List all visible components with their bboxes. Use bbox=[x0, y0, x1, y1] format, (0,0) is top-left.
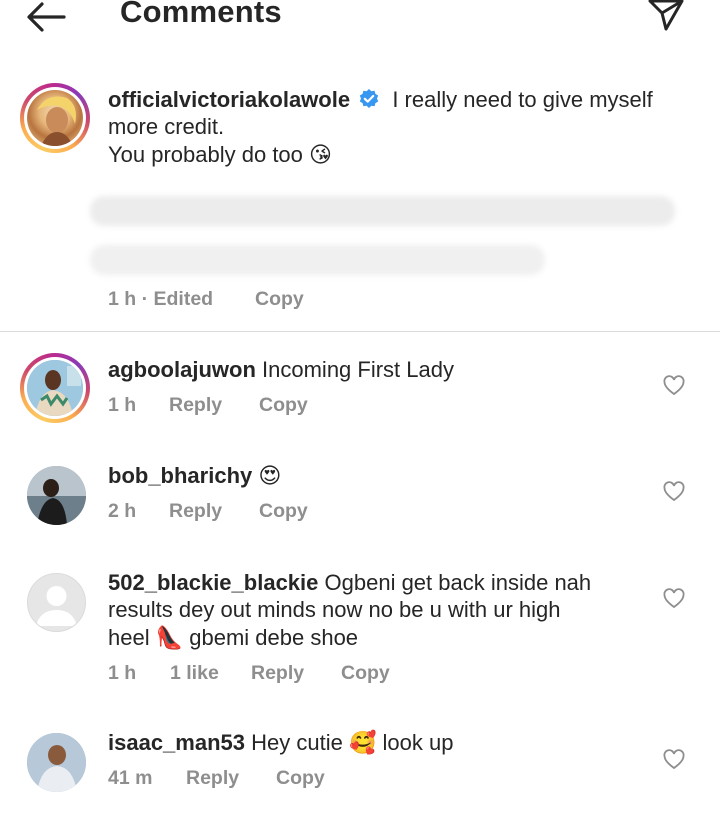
heart-icon[interactable] bbox=[663, 481, 685, 503]
comment-time: 1 h bbox=[108, 662, 137, 684]
comment-username[interactable]: isaac_man53 bbox=[108, 730, 245, 755]
comment-time: 41 m bbox=[108, 767, 153, 789]
reply-button[interactable]: Reply bbox=[186, 767, 239, 790]
copy-button[interactable]: Copy bbox=[341, 662, 390, 685]
comment-username[interactable]: agboolajuwon bbox=[108, 357, 256, 382]
comment-time: 1 h bbox=[108, 394, 137, 416]
smiling-hearts-emoji: 🥰 bbox=[348, 731, 377, 756]
comment-username[interactable]: bob_bharichy bbox=[108, 463, 252, 488]
post-time: 1 h · Edited bbox=[108, 288, 214, 310]
post-caption: officialvictoriakolawole I really need t… bbox=[108, 86, 698, 117]
verified-badge-icon bbox=[358, 88, 380, 117]
comment-meta: 2 h Reply Copy bbox=[108, 500, 408, 523]
reply-button[interactable]: Reply bbox=[169, 500, 222, 523]
caption-line-3: You probably do too 😘 bbox=[108, 141, 332, 170]
comment-meta: 1 h 1 like Reply Copy bbox=[108, 662, 428, 685]
redacted-text bbox=[90, 196, 675, 226]
story-ring[interactable] bbox=[20, 83, 90, 153]
heart-icon[interactable] bbox=[663, 375, 685, 397]
page-title: Comments bbox=[120, 0, 282, 29]
avatar[interactable] bbox=[27, 733, 86, 792]
story-ring[interactable] bbox=[20, 353, 90, 423]
comment-body-a: Hey cutie bbox=[251, 730, 343, 755]
comment-text: agboolajuwon Incoming First Lady bbox=[108, 356, 454, 384]
comment-text: isaac_man53 Hey cutie 🥰 look up bbox=[108, 729, 453, 758]
comment-body: Incoming First Lady bbox=[262, 357, 454, 382]
avatar bbox=[27, 90, 83, 146]
like-count[interactable]: 1 like bbox=[170, 662, 219, 685]
comment-meta: 1 h Reply Copy bbox=[108, 394, 408, 417]
avatar-placeholder[interactable] bbox=[27, 573, 86, 632]
kiss-emoji: 😘 bbox=[309, 143, 332, 168]
avatar[interactable] bbox=[27, 466, 86, 525]
comment-body-line-2: results dey out minds now no be u with u… bbox=[108, 597, 561, 622]
comment-body-line-3b: gbemi debe shoe bbox=[189, 625, 359, 650]
comment-username[interactable]: 502_blackie_blackie bbox=[108, 570, 318, 595]
comment-meta: 41 m Reply Copy bbox=[108, 767, 428, 790]
post-username[interactable]: officialvictoriakolawole bbox=[108, 87, 350, 112]
caption-line-2: more credit. bbox=[108, 114, 225, 139]
heart-icon[interactable] bbox=[663, 588, 685, 610]
reply-button[interactable]: Reply bbox=[251, 662, 304, 685]
high-heel-emoji: 👠 bbox=[155, 626, 184, 651]
reply-button[interactable]: Reply bbox=[169, 394, 222, 417]
comment-body-line-3a: heel bbox=[108, 625, 150, 650]
comment-body-b: look up bbox=[382, 730, 454, 755]
heart-icon[interactable] bbox=[663, 749, 685, 771]
comment-text: 502_blackie_blackie Ogbeni get back insi… bbox=[108, 569, 668, 597]
comment-time: 2 h bbox=[108, 500, 137, 522]
comment-body-line-3: heel 👠 gbemi debe shoe bbox=[108, 624, 358, 653]
comment-text: bob_bharichy 😍 bbox=[108, 462, 281, 491]
send-icon[interactable] bbox=[646, 0, 686, 34]
copy-button[interactable]: Copy bbox=[255, 288, 304, 311]
comment-body-line-1: Ogbeni get back inside nah bbox=[324, 570, 592, 595]
back-arrow-icon[interactable] bbox=[24, 0, 68, 34]
caption-line-3-text: You probably do too bbox=[108, 142, 303, 167]
header-bar: Comments bbox=[0, 0, 720, 40]
redacted-text bbox=[90, 245, 545, 275]
avatar bbox=[27, 360, 83, 416]
divider bbox=[0, 331, 720, 332]
copy-button[interactable]: Copy bbox=[276, 767, 325, 790]
post-meta: 1 h · Edited Copy bbox=[108, 288, 304, 311]
heart-eyes-emoji: 😍 bbox=[258, 464, 282, 489]
copy-button[interactable]: Copy bbox=[259, 500, 308, 523]
copy-button[interactable]: Copy bbox=[259, 394, 308, 417]
caption-line-1: I really need to give myself bbox=[392, 87, 653, 112]
